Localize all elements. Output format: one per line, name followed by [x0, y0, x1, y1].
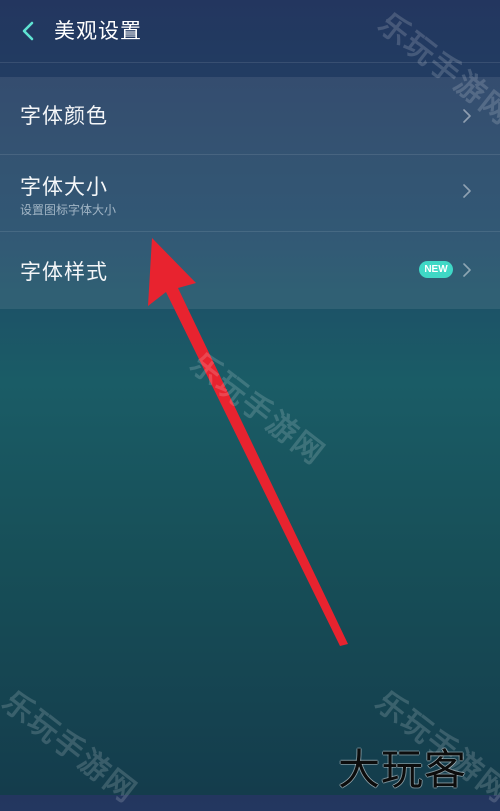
setting-item-font-size[interactable]: 字体大小 设置图标字体大小	[0, 154, 500, 231]
chevron-right-icon	[463, 184, 471, 198]
new-badge: NEW	[419, 261, 453, 278]
page-title: 美观设置	[54, 19, 142, 43]
watermark: 乐玩手游网	[0, 684, 144, 811]
back-button[interactable]	[14, 17, 42, 45]
setting-item-font-style[interactable]: 字体样式 NEW	[0, 231, 500, 309]
settings-list: 字体颜色 字体大小 设置图标字体大小 字体样式 NEW	[0, 77, 500, 309]
chevron-right-icon	[463, 263, 471, 277]
setting-item-font-color[interactable]: 字体颜色	[0, 77, 500, 154]
setting-item-label: 字体大小	[20, 175, 108, 199]
site-logo: 大玩客	[338, 745, 468, 794]
chevron-left-icon	[22, 21, 34, 41]
setting-item-subtitle: 设置图标字体大小	[20, 203, 117, 217]
setting-item-label: 字体颜色	[20, 104, 108, 128]
watermark: 乐玩手游网	[183, 346, 332, 473]
setting-item-label: 字体样式	[20, 260, 108, 284]
